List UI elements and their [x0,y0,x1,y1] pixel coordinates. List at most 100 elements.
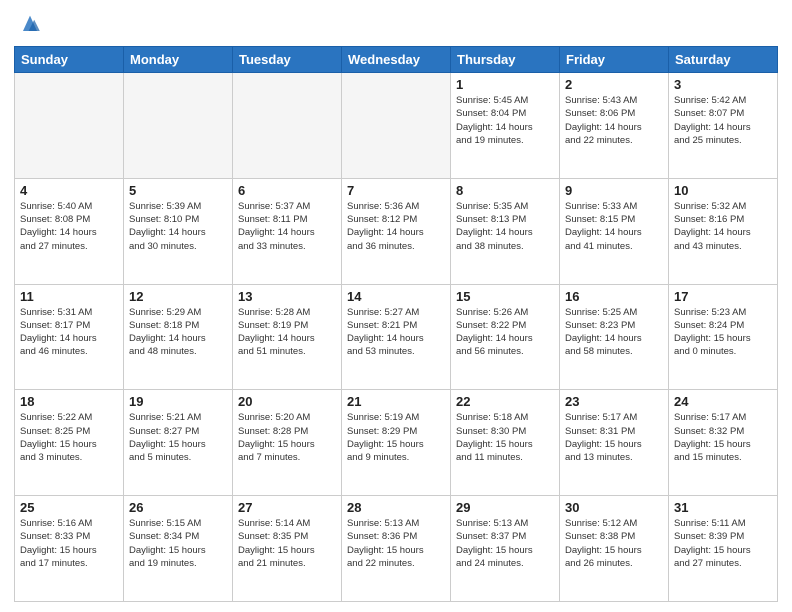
day-number: 19 [129,394,227,409]
calendar-day-cell: 23 Sunrise: 5:17 AM Sunset: 8:31 PM Dayli… [560,390,669,496]
day-number: 22 [456,394,554,409]
day-info: Sunrise: 5:29 AM Sunset: 8:18 PM Dayligh… [129,306,227,359]
calendar-day-cell: 18Sunrise: 5:22 AM Sunset: 8:25 PM Dayli… [15,390,124,496]
day-number: 16 [565,289,663,304]
day-info: Sunrise: 5:17 AM Sunset: 8:32 PM Dayligh… [674,411,772,464]
calendar-week-row: 1Sunrise: 5:45 AM Sunset: 8:04 PM Daylig… [15,73,778,179]
day-info: Sunrise: 5:37 AM Sunset: 8:11 PM Dayligh… [238,200,336,253]
day-number: 6 [238,183,336,198]
day-number: 24 [674,394,772,409]
logo-icon [16,10,44,38]
calendar-day-cell: 16 Sunrise: 5:25 AM Sunset: 8:23 PM Dayli… [560,284,669,390]
calendar-day-cell: 11 Sunrise: 5:31 AM Sunset: 8:17 PM Dayli… [15,284,124,390]
day-info: Sunrise: 5:40 AM Sunset: 8:08 PM Dayligh… [20,200,118,253]
calendar-day-cell: 22 Sunrise: 5:18 AM Sunset: 8:30 PM Dayli… [451,390,560,496]
calendar-day-cell: 30 Sunrise: 5:12 AM Sunset: 8:38 PM Dayli… [560,496,669,602]
day-info: Sunrise: 5:19 AM Sunset: 8:29 PM Dayligh… [347,411,445,464]
day-info: Sunrise: 5:25 AM Sunset: 8:23 PM Dayligh… [565,306,663,359]
day-number: 3 [674,77,772,92]
day-number: 17 [674,289,772,304]
day-number: 20 [238,394,336,409]
calendar-day-cell: 8Sunrise: 5:35 AM Sunset: 8:13 PM Daylig… [451,178,560,284]
header [14,10,778,38]
weekday-header: Thursday [451,47,560,73]
weekday-header: Friday [560,47,669,73]
calendar-day-cell: 9 Sunrise: 5:33 AM Sunset: 8:15 PM Daylig… [560,178,669,284]
day-info: Sunrise: 5:43 AM Sunset: 8:06 PM Dayligh… [565,94,663,147]
day-number: 29 [456,500,554,515]
weekday-header: Saturday [669,47,778,73]
day-number: 27 [238,500,336,515]
weekday-header: Tuesday [233,47,342,73]
calendar-day-cell: 20 Sunrise: 5:20 AM Sunset: 8:28 PM Dayli… [233,390,342,496]
calendar-day-cell: 4 Sunrise: 5:40 AM Sunset: 8:08 PM Daylig… [15,178,124,284]
day-number: 8 [456,183,554,198]
day-info: Sunrise: 5:45 AM Sunset: 8:04 PM Dayligh… [456,94,554,147]
day-number: 9 [565,183,663,198]
calendar-day-cell [233,73,342,179]
day-info: Sunrise: 5:14 AM Sunset: 8:35 PM Dayligh… [238,517,336,570]
day-info: Sunrise: 5:11 AM Sunset: 8:39 PM Dayligh… [674,517,772,570]
day-info: Sunrise: 5:13 AM Sunset: 8:36 PM Dayligh… [347,517,445,570]
day-number: 30 [565,500,663,515]
day-info: Sunrise: 5:18 AM Sunset: 8:30 PM Dayligh… [456,411,554,464]
calendar-week-row: 18Sunrise: 5:22 AM Sunset: 8:25 PM Dayli… [15,390,778,496]
day-info: Sunrise: 5:15 AM Sunset: 8:34 PM Dayligh… [129,517,227,570]
calendar: SundayMondayTuesdayWednesdayThursdayFrid… [14,46,778,602]
day-info: Sunrise: 5:21 AM Sunset: 8:27 PM Dayligh… [129,411,227,464]
calendar-day-cell: 27 Sunrise: 5:14 AM Sunset: 8:35 PM Dayli… [233,496,342,602]
day-info: Sunrise: 5:39 AM Sunset: 8:10 PM Dayligh… [129,200,227,253]
day-info: Sunrise: 5:16 AM Sunset: 8:33 PM Dayligh… [20,517,118,570]
day-number: 5 [129,183,227,198]
calendar-day-cell: 5 Sunrise: 5:39 AM Sunset: 8:10 PM Daylig… [124,178,233,284]
day-number: 28 [347,500,445,515]
page: SundayMondayTuesdayWednesdayThursdayFrid… [0,0,792,612]
day-number: 12 [129,289,227,304]
calendar-day-cell: 12 Sunrise: 5:29 AM Sunset: 8:18 PM Dayli… [124,284,233,390]
calendar-day-cell: 21 Sunrise: 5:19 AM Sunset: 8:29 PM Dayli… [342,390,451,496]
calendar-header-row: SundayMondayTuesdayWednesdayThursdayFrid… [15,47,778,73]
calendar-day-cell: 2 Sunrise: 5:43 AM Sunset: 8:06 PM Daylig… [560,73,669,179]
day-number: 23 [565,394,663,409]
day-number: 13 [238,289,336,304]
day-info: Sunrise: 5:27 AM Sunset: 8:21 PM Dayligh… [347,306,445,359]
day-number: 21 [347,394,445,409]
day-number: 11 [20,289,118,304]
logo [14,10,44,38]
day-info: Sunrise: 5:28 AM Sunset: 8:19 PM Dayligh… [238,306,336,359]
calendar-day-cell: 19 Sunrise: 5:21 AM Sunset: 8:27 PM Dayli… [124,390,233,496]
day-number: 15 [456,289,554,304]
day-number: 31 [674,500,772,515]
day-info: Sunrise: 5:36 AM Sunset: 8:12 PM Dayligh… [347,200,445,253]
calendar-day-cell: 25 Sunrise: 5:16 AM Sunset: 8:33 PM Dayli… [15,496,124,602]
weekday-header: Wednesday [342,47,451,73]
weekday-header: Sunday [15,47,124,73]
day-info: Sunrise: 5:22 AM Sunset: 8:25 PM Dayligh… [20,411,118,464]
calendar-day-cell: 7 Sunrise: 5:36 AM Sunset: 8:12 PM Daylig… [342,178,451,284]
day-info: Sunrise: 5:12 AM Sunset: 8:38 PM Dayligh… [565,517,663,570]
calendar-day-cell: 10Sunrise: 5:32 AM Sunset: 8:16 PM Dayli… [669,178,778,284]
day-number: 7 [347,183,445,198]
day-number: 4 [20,183,118,198]
calendar-day-cell [124,73,233,179]
day-info: Sunrise: 5:33 AM Sunset: 8:15 PM Dayligh… [565,200,663,253]
calendar-day-cell: 1Sunrise: 5:45 AM Sunset: 8:04 PM Daylig… [451,73,560,179]
day-number: 10 [674,183,772,198]
day-number: 2 [565,77,663,92]
day-info: Sunrise: 5:26 AM Sunset: 8:22 PM Dayligh… [456,306,554,359]
day-number: 25 [20,500,118,515]
calendar-day-cell: 26Sunrise: 5:15 AM Sunset: 8:34 PM Dayli… [124,496,233,602]
calendar-day-cell [15,73,124,179]
day-info: Sunrise: 5:13 AM Sunset: 8:37 PM Dayligh… [456,517,554,570]
day-info: Sunrise: 5:17 AM Sunset: 8:31 PM Dayligh… [565,411,663,464]
day-info: Sunrise: 5:42 AM Sunset: 8:07 PM Dayligh… [674,94,772,147]
day-info: Sunrise: 5:20 AM Sunset: 8:28 PM Dayligh… [238,411,336,464]
calendar-day-cell: 14Sunrise: 5:27 AM Sunset: 8:21 PM Dayli… [342,284,451,390]
calendar-day-cell: 31 Sunrise: 5:11 AM Sunset: 8:39 PM Dayli… [669,496,778,602]
weekday-header: Monday [124,47,233,73]
calendar-day-cell: 17Sunrise: 5:23 AM Sunset: 8:24 PM Dayli… [669,284,778,390]
day-info: Sunrise: 5:31 AM Sunset: 8:17 PM Dayligh… [20,306,118,359]
calendar-day-cell: 29 Sunrise: 5:13 AM Sunset: 8:37 PM Dayli… [451,496,560,602]
calendar-day-cell [342,73,451,179]
calendar-day-cell: 28 Sunrise: 5:13 AM Sunset: 8:36 PM Dayli… [342,496,451,602]
